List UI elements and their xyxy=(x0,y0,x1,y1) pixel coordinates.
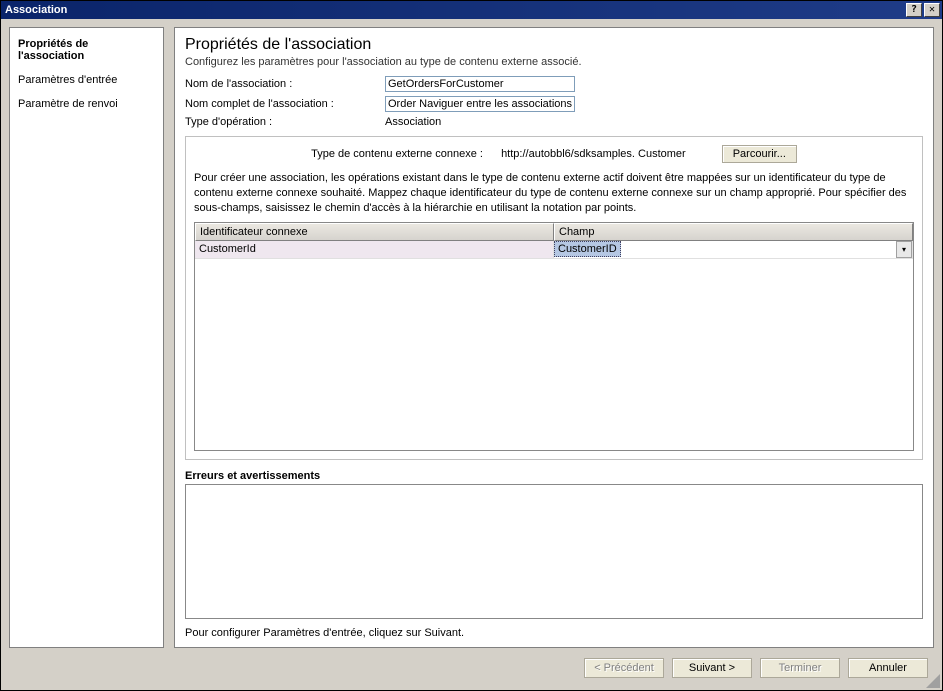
cell-field[interactable]: CustomerID ▾ xyxy=(554,241,913,259)
page-title: Propriétés de l'association xyxy=(185,36,923,54)
cell-identifier-text: CustomerId xyxy=(199,243,256,255)
row-association-fullname: Nom complet de l'association : xyxy=(185,96,923,112)
value-related-content-type: http://autobbl6/sdksamples. Customer xyxy=(501,148,686,160)
page-description: Configurez les paramètres pour l'associa… xyxy=(185,56,923,68)
finish-button[interactable]: Terminer xyxy=(760,658,840,678)
content-area: Propriétés de l'association Paramètres d… xyxy=(1,19,942,690)
grid-body: CustomerId CustomerID ▾ xyxy=(195,241,913,450)
label-related-content-type: Type de contenu externe connexe : xyxy=(311,148,483,160)
input-association-name[interactable] xyxy=(385,76,575,92)
wizard-sidebar: Propriétés de l'association Paramètres d… xyxy=(9,27,164,648)
sidebar-item-label: Paramètres d'entrée xyxy=(18,74,117,86)
sidebar-item-input-params[interactable]: Paramètres d'entrée xyxy=(12,70,161,90)
label-association-fullname: Nom complet de l'association : xyxy=(185,98,385,110)
window-title: Association xyxy=(5,4,904,16)
close-icon[interactable]: ✕ xyxy=(924,3,940,17)
main-panel: Propriétés de l'association Configurez l… xyxy=(174,27,934,648)
input-association-fullname[interactable] xyxy=(385,96,575,112)
label-operation-type: Type d'opération : xyxy=(185,116,385,128)
cell-identifier: CustomerId xyxy=(195,241,554,259)
errors-heading: Erreurs et avertissements xyxy=(185,470,923,482)
next-button[interactable]: Suivant > xyxy=(672,658,752,678)
value-operation-type: Association xyxy=(385,116,441,128)
grid-header-identifier[interactable]: Identificateur connexe xyxy=(195,223,554,241)
row-operation-type: Type d'opération : Association xyxy=(185,116,923,128)
sidebar-item-label: Propriétés de l'association xyxy=(18,38,88,62)
chevron-down-icon[interactable]: ▾ xyxy=(896,241,912,258)
related-content-header: Type de contenu externe connexe : http:/… xyxy=(194,145,914,163)
dialog-window: Association ? ✕ Propriétés de l'associat… xyxy=(0,0,943,691)
titlebar: Association ? ✕ xyxy=(1,1,942,19)
label-association-name: Nom de l'association : xyxy=(185,78,385,90)
sidebar-item-properties[interactable]: Propriétés de l'association xyxy=(12,34,161,66)
browse-button[interactable]: Parcourir... xyxy=(722,145,797,163)
sidebar-item-label: Paramètre de renvoi xyxy=(18,98,118,110)
sidebar-item-return-param[interactable]: Paramètre de renvoi xyxy=(12,94,161,114)
prev-button[interactable]: < Précédent xyxy=(584,658,664,678)
wizard-footer: < Précédent Suivant > Terminer Annuler xyxy=(9,654,934,682)
titlebar-buttons: ? ✕ xyxy=(904,3,940,17)
identifier-mapping-grid: Identificateur connexe Champ CustomerId … xyxy=(194,222,914,451)
cell-field-text: CustomerID xyxy=(554,241,621,257)
grid-header-field[interactable]: Champ xyxy=(554,223,913,241)
cancel-button[interactable]: Annuler xyxy=(848,658,928,678)
errors-listbox[interactable] xyxy=(185,484,923,619)
row-association-name: Nom de l'association : xyxy=(185,76,923,92)
footer-hint: Pour configurer Paramètres d'entrée, cli… xyxy=(185,627,923,639)
help-icon[interactable]: ? xyxy=(906,3,922,17)
mapping-help-text: Pour créer une association, les opératio… xyxy=(194,171,914,216)
related-content-panel: Type de contenu externe connexe : http:/… xyxy=(185,136,923,460)
grid-header: Identificateur connexe Champ xyxy=(195,223,913,241)
grid-row[interactable]: CustomerId CustomerID ▾ xyxy=(195,241,913,259)
